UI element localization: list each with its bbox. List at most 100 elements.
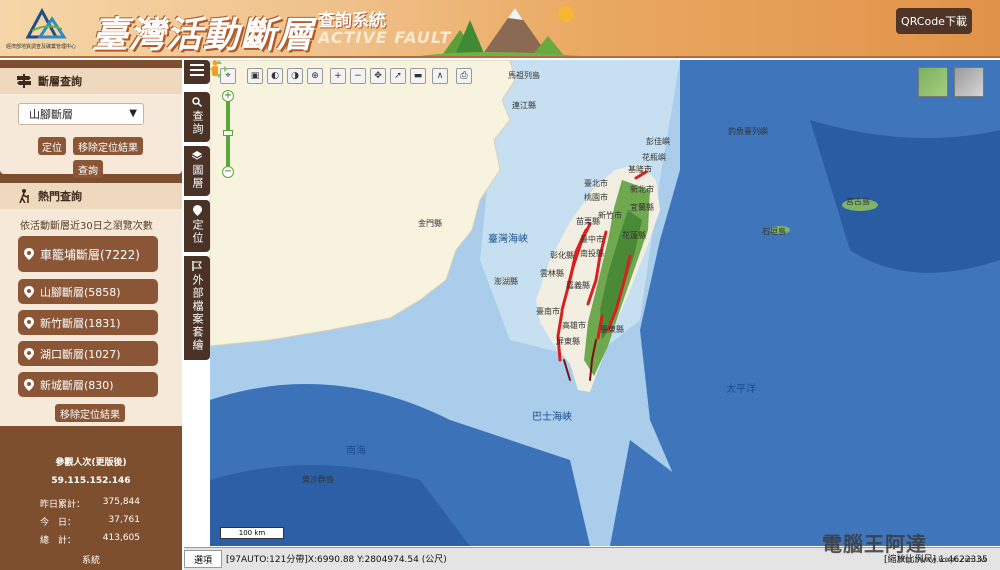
vertical-tabs: 查詢 圖層 定位 外部檔案套繪: [184, 60, 210, 546]
logo-caption: 經濟部地質調查及礦業管理中心: [6, 44, 77, 50]
tab-query-label: 查詢: [191, 110, 204, 136]
tab-layers[interactable]: 圖層: [184, 146, 210, 196]
tab-query[interactable]: 查詢: [184, 92, 210, 142]
stats-footer: 系統: [81, 556, 100, 566]
sea-label: 臺灣海峽: [488, 234, 528, 245]
fault-select[interactable]: 山腳斷層 ▼: [18, 103, 144, 125]
map-label: 臺北市: [584, 179, 608, 188]
hot-item-label: 新城斷層(830): [40, 378, 114, 392]
zoom-box-button[interactable]: ⊕: [307, 68, 323, 84]
stat-row-total: 總 計： 413,605: [40, 533, 140, 546]
qrcode-download-button[interactable]: QRCode下載: [896, 8, 972, 34]
stat-label: 總 計：: [40, 536, 77, 546]
measure-angle-button[interactable]: ∧: [432, 68, 448, 84]
location-pin-icon: [24, 316, 34, 329]
map-label: 彰化縣: [550, 251, 574, 260]
tab-layers-label: 圖層: [191, 164, 204, 190]
sea-label: 巴士海峽: [532, 412, 572, 423]
map-label: 臺中市: [580, 235, 604, 244]
stat-value: 413,605: [102, 533, 140, 543]
map-label: 屏東縣: [556, 337, 580, 346]
print-icon: ⎙: [460, 71, 468, 81]
hot-item-label: 新竹斷層(1831): [40, 316, 121, 330]
print-button[interactable]: ⎙: [456, 68, 472, 84]
fault-query-header: 斷層查詢: [0, 68, 182, 94]
search-icon: [192, 97, 202, 107]
visitors-value: 59.115.152.146: [51, 476, 131, 486]
tab-locate-label: 定位: [191, 219, 204, 245]
zoom-in-button[interactable]: +: [222, 90, 234, 102]
map-label: 東沙群島: [302, 475, 334, 484]
map-label: 新竹市: [598, 211, 622, 220]
watermark-url: http://www.kocpc.com.tw: [898, 556, 987, 564]
visitor-stats: 參觀人次(更版後) 59.115.152.146: [0, 455, 182, 486]
locate-button[interactable]: 定位: [38, 137, 66, 155]
next-extent-button[interactable]: ◑: [287, 68, 303, 84]
full-extent-button[interactable]: ▣: [247, 68, 263, 84]
options-button[interactable]: 選項: [184, 550, 222, 568]
map-label: 苗栗縣: [576, 217, 600, 226]
map-label: 宜蘭縣: [630, 203, 654, 212]
zoom-out-icon: −: [354, 71, 362, 81]
zoom-in-icon: +: [334, 71, 342, 81]
layers-icon: [192, 151, 202, 160]
visitors-label: 參觀人次(更版後): [55, 458, 127, 468]
query-button[interactable]: 查詢: [73, 160, 103, 178]
map-label: 石垣島: [762, 227, 786, 236]
tab-locate[interactable]: 定位: [184, 200, 210, 252]
stat-label: 今 日：: [40, 518, 77, 528]
angle-icon: ∧: [436, 71, 444, 81]
zoom-out-tool-button[interactable]: −: [350, 68, 366, 84]
hot-item-hsincheng[interactable]: 新城斷層(830): [18, 372, 158, 397]
map-label: 彭佳嶼: [646, 137, 670, 146]
zoom-box-icon: ⊕: [311, 71, 319, 81]
map-extent-icon: ▣: [250, 71, 260, 81]
basemap-hillshade-thumbnail[interactable]: [954, 67, 984, 97]
fault-query-title: 斷層查詢: [38, 75, 82, 88]
remove-locate-button[interactable]: 移除定位結果: [73, 137, 143, 155]
menu-toggle-button[interactable]: [184, 60, 210, 84]
hot-item-shanchiao[interactable]: 山腳斷層(5858): [18, 279, 158, 304]
sea-label: 南海: [346, 446, 366, 457]
map-label: 馬祖列島: [508, 71, 540, 80]
pan-icon: ✥: [374, 71, 382, 81]
pan-tool-button[interactable]: ✥: [370, 68, 386, 84]
tab-external-file[interactable]: 外部檔案套繪: [184, 256, 210, 360]
measure-distance-button[interactable]: ▬: [410, 68, 426, 84]
hot-item-hsinchu[interactable]: 新竹斷層(1831): [18, 310, 158, 335]
chevron-down-icon: ▼: [129, 108, 137, 119]
location-pin-icon: [24, 285, 34, 298]
coordinate-readout: [97AUTO:121分帶]X:6990.88 Y:2804974.54 (公尺…: [226, 555, 447, 565]
basemap-terrain-thumbnail[interactable]: [918, 67, 948, 97]
sea-label: 太平洋: [726, 384, 756, 395]
hot-remove-locate-button[interactable]: 移除定位結果: [55, 404, 125, 422]
zoom-slider-handle[interactable]: [223, 130, 233, 136]
stat-value: 37,761: [108, 515, 141, 525]
agency-logo[interactable]: 經濟部地質調查及礦業管理中心: [6, 5, 90, 53]
hot-item-label: 山腳斷層(5858): [40, 285, 121, 299]
previous-extent-button[interactable]: ◐: [267, 68, 283, 84]
header: 經濟部地質調查及礦業管理中心 臺灣活動斷層 查詢系統 ACTIVE FAULT …: [0, 0, 1000, 58]
tab-external-file-label: 外部檔案套繪: [191, 274, 204, 352]
select-tool-button[interactable]: ➚: [390, 68, 406, 84]
location-pin-icon: [24, 378, 34, 391]
street-view-pegman-icon[interactable]: [210, 60, 220, 76]
map-label: 臺東縣: [600, 325, 624, 334]
flag-icon: [192, 261, 202, 271]
globe-forward-icon: ◑: [291, 71, 299, 81]
map-label: 宮古島: [846, 197, 870, 206]
map-label: 臺南市: [536, 307, 560, 316]
map-label: 金門縣: [418, 219, 442, 228]
hot-item-chelungpu[interactable]: 車籠埔斷層(7222): [18, 236, 158, 272]
zoom-out-button[interactable]: −: [222, 166, 234, 178]
map-scale-bar: 100 km: [220, 527, 284, 539]
map-canvas[interactable]: ⌖ ▣ ◐ ◑ ⊕ + − ✥ ➚ ▬ ∧ ⎙ + − 馬祖列島 連江縣 金門縣…: [210, 60, 1000, 546]
hot-item-hukou[interactable]: 湖口斷層(1027): [18, 341, 158, 366]
zoom-in-tool-button[interactable]: +: [330, 68, 346, 84]
hot-query-panel: 熱門查詢 依活動斷層近30日之瀏覽次數 車籠埔斷層(7222) 山腳斷層(585…: [0, 183, 182, 426]
map-label: 高雄市: [562, 321, 586, 330]
signpost-icon: [17, 74, 31, 88]
map-label: 南投縣: [580, 249, 604, 258]
hot-query-header: 熱門查詢: [0, 183, 182, 209]
map-label: 花蓮縣: [622, 231, 646, 240]
